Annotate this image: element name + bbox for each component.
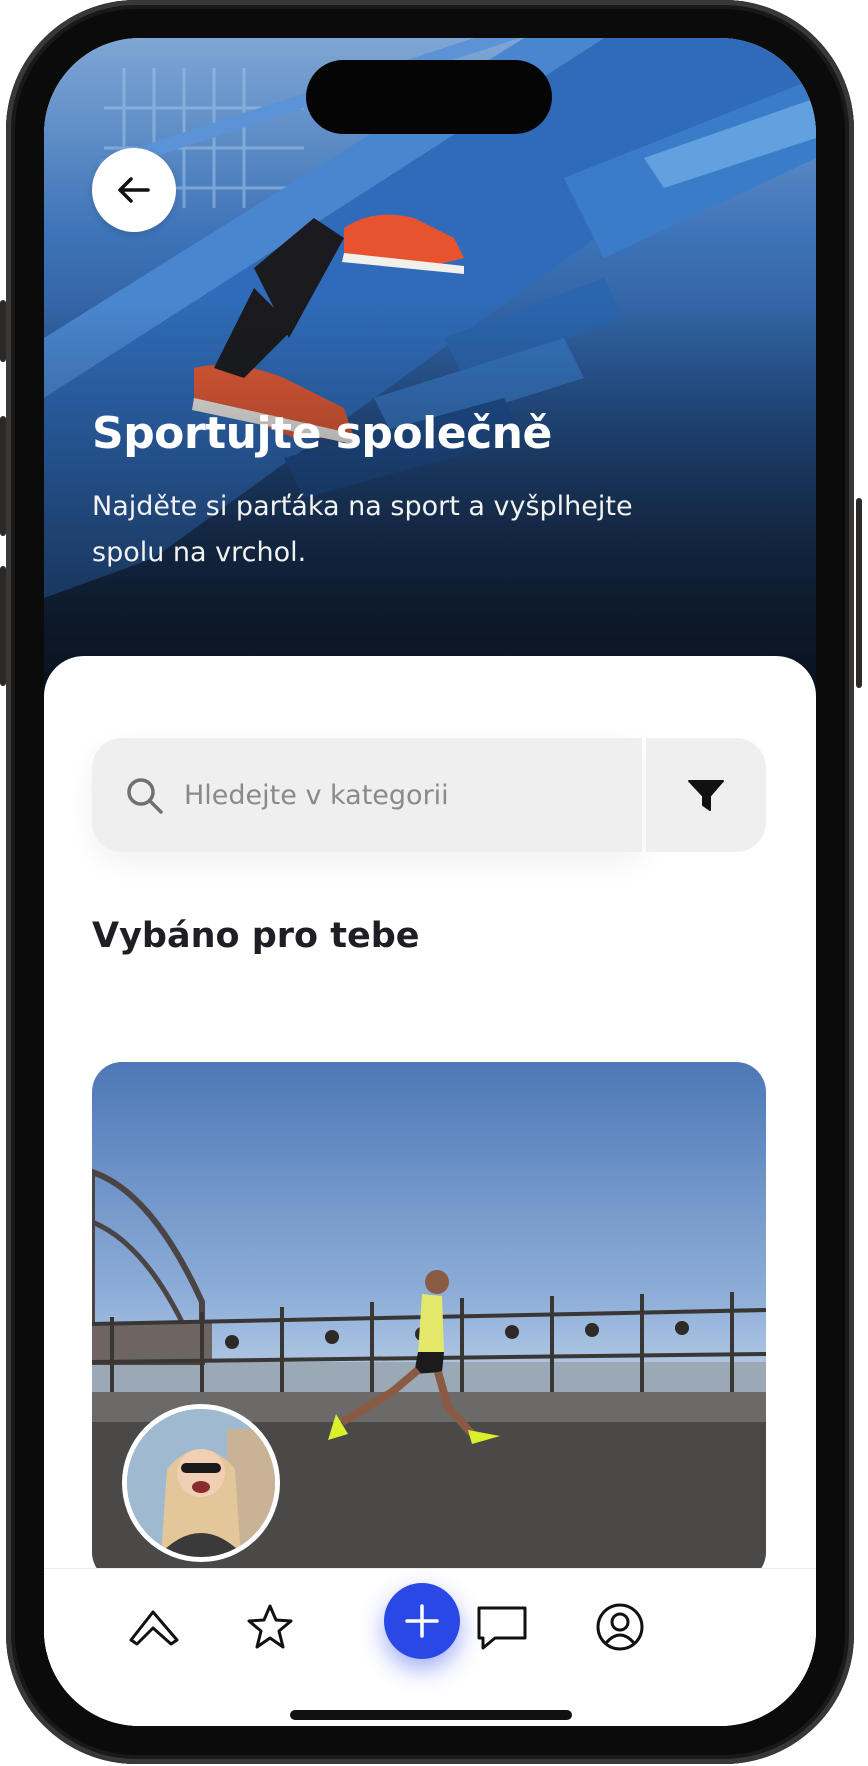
search-placeholder: Hledejte v kategorii [184, 779, 449, 811]
power-button [856, 498, 862, 688]
volume-down-button [0, 566, 6, 686]
hero-gradient [44, 38, 816, 698]
search-input[interactable]: Hledejte v kategorii [92, 738, 642, 852]
home-icon [129, 1610, 179, 1646]
star-icon [247, 1604, 293, 1649]
app-screen: Sportujte společně Najděte si parťáka na… [44, 38, 816, 1726]
featured-card[interactable] [92, 1062, 766, 1582]
hero-banner: Sportujte společně Najděte si parťáka na… [44, 38, 816, 698]
section-title: Vybáno pro tebe [92, 916, 420, 956]
plus-icon [405, 1604, 439, 1638]
action-button [0, 300, 6, 362]
hero-title: Sportujte společně [92, 408, 552, 459]
avatar-image [127, 1409, 275, 1557]
add-button[interactable] [384, 1583, 460, 1659]
chat-icon [477, 1606, 527, 1650]
avatar[interactable] [122, 1404, 280, 1562]
filter-icon [688, 780, 724, 811]
tab-profile[interactable] [590, 1597, 650, 1657]
search-icon [127, 778, 163, 814]
volume-up-button [0, 416, 6, 536]
content-sheet: Hledejte v kategorii Vybáno pro tebe [44, 656, 816, 1726]
hero-subtitle: Najděte si parťáka na sport a vyšplhejte… [92, 491, 633, 568]
arrow-left-icon [118, 177, 150, 203]
tab-favorites[interactable] [240, 1597, 300, 1657]
filter-button[interactable] [646, 738, 766, 852]
home-indicator[interactable] [290, 1710, 572, 1720]
bottom-tab-bar [44, 1568, 816, 1726]
tab-messages[interactable] [472, 1597, 532, 1657]
back-button[interactable] [92, 148, 176, 232]
dynamic-island [306, 60, 552, 134]
profile-icon [596, 1603, 644, 1651]
tab-home[interactable] [124, 1597, 184, 1657]
